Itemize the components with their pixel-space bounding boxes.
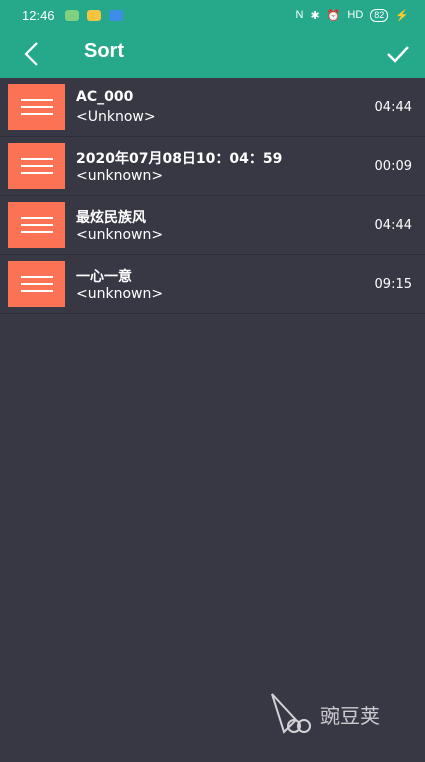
list-item[interactable]: AC_000 <Unknow> 04:44 [0, 78, 425, 137]
drag-handle-icon [20, 276, 53, 292]
wandoujia-logo-icon [271, 693, 311, 734]
song-title: 一心一意 [76, 269, 132, 285]
drag-handle[interactable] [8, 261, 65, 307]
song-duration: 09:15 [374, 277, 412, 292]
bluetooth-icon: ✱ [310, 9, 320, 22]
page-title: Sort [84, 40, 124, 62]
song-title: 2020年07月08日10：04：59 [76, 151, 283, 167]
drag-handle-icon [20, 217, 53, 233]
back-button[interactable] [14, 38, 48, 70]
check-icon [387, 46, 409, 63]
status-bar: 12:46 N ✱ ⏰ HD 82 ⚡ [0, 0, 425, 30]
song-artist: <unknown> [76, 286, 164, 302]
song-duration: 04:44 [374, 218, 412, 233]
alarm-icon: ⏰ [326, 9, 341, 22]
song-duration: 04:44 [374, 100, 412, 115]
confirm-button[interactable] [381, 38, 415, 70]
cloud-app-icon [108, 9, 123, 21]
drag-handle-icon [20, 99, 53, 115]
drag-handle[interactable] [8, 143, 65, 189]
song-duration: 00:09 [374, 159, 412, 174]
song-artist: <Unknow> [76, 109, 156, 125]
network-label: HD [347, 9, 364, 21]
song-title: AC_000 [76, 89, 134, 105]
drag-handle[interactable] [8, 84, 65, 130]
nfc-icon: N [295, 9, 304, 21]
charging-icon: ⚡ [395, 9, 409, 22]
watermark-text: 豌豆荚 [320, 703, 380, 728]
song-artist: <unknown> [76, 168, 164, 184]
watermark: 豌豆荚 [266, 690, 380, 738]
message-app-icon [86, 9, 101, 21]
song-artist: <unknown> [76, 227, 164, 243]
drag-handle[interactable] [8, 202, 65, 248]
chevron-left-icon [24, 42, 38, 66]
battery-level: 82 [370, 8, 389, 22]
list-item[interactable]: 一心一意 <unknown> 09:15 [0, 255, 425, 314]
list-item[interactable]: 2020年07月08日10：04：59 <unknown> 00:09 [0, 137, 425, 196]
status-time: 12:46 [22, 7, 55, 23]
drag-handle-icon [20, 158, 53, 174]
list-item[interactable]: 最炫民族风 <unknown> 04:44 [0, 196, 425, 255]
phone-app-icon [64, 9, 79, 21]
song-list: AC_000 <Unknow> 04:44 2020年07月08日10：04：5… [0, 78, 425, 314]
app-bar: Sort [0, 30, 425, 78]
song-title: 最炫民族风 [76, 210, 146, 226]
